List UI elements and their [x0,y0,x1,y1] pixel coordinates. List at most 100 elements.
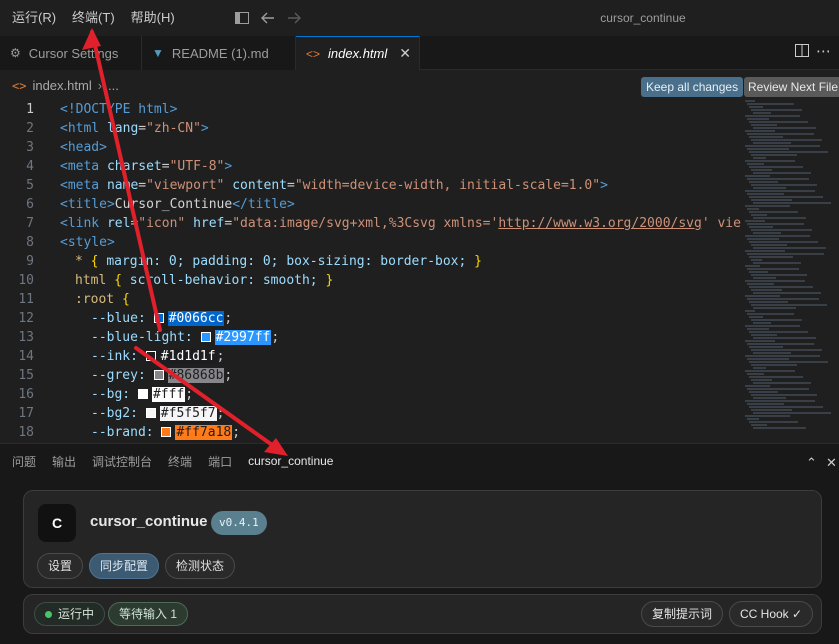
minimap-line [749,196,823,198]
waiting-status: 等待输入 1 [108,602,189,626]
keep-all-changes-button[interactable]: Keep all changes [641,77,744,97]
minimap-line [745,190,815,192]
extension-logo: C [38,504,76,542]
minimap-line [751,424,767,426]
minimap-line [747,328,769,330]
minimap-line [753,322,771,324]
chevron-up-icon[interactable]: ⌃ [806,455,817,471]
tab-ports[interactable]: 端口 [200,444,240,480]
minimap-line [749,421,798,423]
line-number: 11 [18,292,34,307]
code-token: --grey: [91,368,146,383]
minimap-line [753,382,811,384]
code-token: <link [60,216,100,231]
tab-cursor-settings[interactable]: ⚙ Cursor Settings [0,36,142,70]
color-swatch[interactable] [153,370,164,380]
code-token: "data:image/svg+xml,%3Csvg xmlns=' [232,216,499,231]
minimap-line [751,139,822,141]
minimap-line [745,100,755,102]
code-token: { [121,292,130,307]
menu-run[interactable]: 运行(R) [0,0,64,36]
minimap-line [751,229,812,231]
minimap-line [745,175,770,177]
color-swatch[interactable] [200,332,211,342]
minimap-line [753,337,816,339]
code-token: > [600,178,608,193]
minimap-line [751,154,797,156]
minimap-line [749,211,798,213]
minimap-line [749,346,783,348]
code-token: --bg2: [91,406,138,421]
tab-terminal[interactable]: 终端 [160,444,200,480]
settings-button[interactable]: 设置 [37,553,84,579]
color-value: #1d1d1f [159,349,217,364]
minimap-line [753,412,831,414]
version-badge: v0.4.1 [211,511,267,535]
line-number: 5 [26,178,34,193]
back-arrow-icon[interactable] [257,7,279,29]
minimap[interactable] [741,100,839,443]
minimap-line [747,403,784,405]
line-number: 16 [18,387,34,402]
breadcrumb-file[interactable]: index.html [32,78,91,93]
tab-problems[interactable]: 问题 [0,444,44,480]
minimap-line [747,358,789,360]
minimap-line [751,274,807,276]
cc-hook-button[interactable]: CC Hook ✓ [729,601,814,627]
review-next-file-button[interactable]: Review Next File [744,77,839,97]
line-number: 9 [26,254,34,269]
line-number: 15 [18,368,34,383]
minimap-line [747,163,764,165]
code-token: } [474,254,482,269]
minimap-line [753,277,776,279]
tab-readme[interactable]: ▼ README (1).md [142,36,296,70]
menu-help[interactable]: 帮助(H) [123,0,183,36]
minimap-line [749,151,828,153]
minimap-line [751,109,802,111]
breadcrumb-rest[interactable]: ... [108,78,119,93]
code-token: { [114,273,122,288]
minimap-line [753,352,791,354]
minimap-line [747,208,759,210]
tab-output[interactable]: 输出 [44,444,84,480]
minimap-line [745,340,775,342]
forward-arrow-icon[interactable] [283,7,305,29]
color-swatch[interactable] [137,389,148,399]
code-token: "zh-CN" [146,121,201,136]
code-editor[interactable]: 1 <!DOCTYPE html> 2 <html lang="zh-CN"> 3 <… [0,100,741,443]
color-swatch[interactable] [153,313,164,323]
code-token: * [75,254,91,269]
minimap-line [749,226,773,228]
code-token: <meta [60,178,100,193]
code-token: --brand: [91,425,154,440]
toggle-sidebar-icon[interactable] [231,7,253,29]
tab-debug-console[interactable]: 调试控制台 [84,444,160,480]
minimap-line [751,409,792,411]
minimap-line [753,307,796,309]
code-link[interactable]: http://www.w3.org/2000/svg [498,216,702,231]
tab-index-html[interactable]: <> index.html ✕ [296,36,420,70]
color-value: #2997ff [214,330,272,345]
minimap-line [747,283,774,285]
menu-terminal[interactable]: 终端(T) [64,0,123,36]
minimap-line [749,271,768,273]
color-swatch[interactable] [145,351,156,361]
minimap-line [753,127,816,129]
copy-prompt-button[interactable]: 复制提示词 [641,601,724,627]
sync-config-button[interactable]: 同步配置 [89,553,160,579]
code-token: "UTF-8" [169,159,225,174]
split-editor-icon[interactable] [795,44,809,60]
code-token: --ink: [91,349,138,364]
minimap-line [745,205,790,207]
more-actions-icon[interactable]: ⋯ [816,42,831,60]
color-swatch[interactable] [161,427,172,437]
close-panel-icon[interactable]: ✕ [826,455,837,471]
minimap-line [747,103,794,105]
color-swatch[interactable] [145,408,156,418]
tab-cursor-continue[interactable]: cursor_continue [240,444,342,480]
code-token: Cursor_Continue [114,197,233,212]
close-icon[interactable]: ✕ [399,45,411,62]
gear-icon: ⚙ [10,46,21,60]
minimap-line [749,391,778,393]
check-status-button[interactable]: 检测状态 [165,553,236,579]
